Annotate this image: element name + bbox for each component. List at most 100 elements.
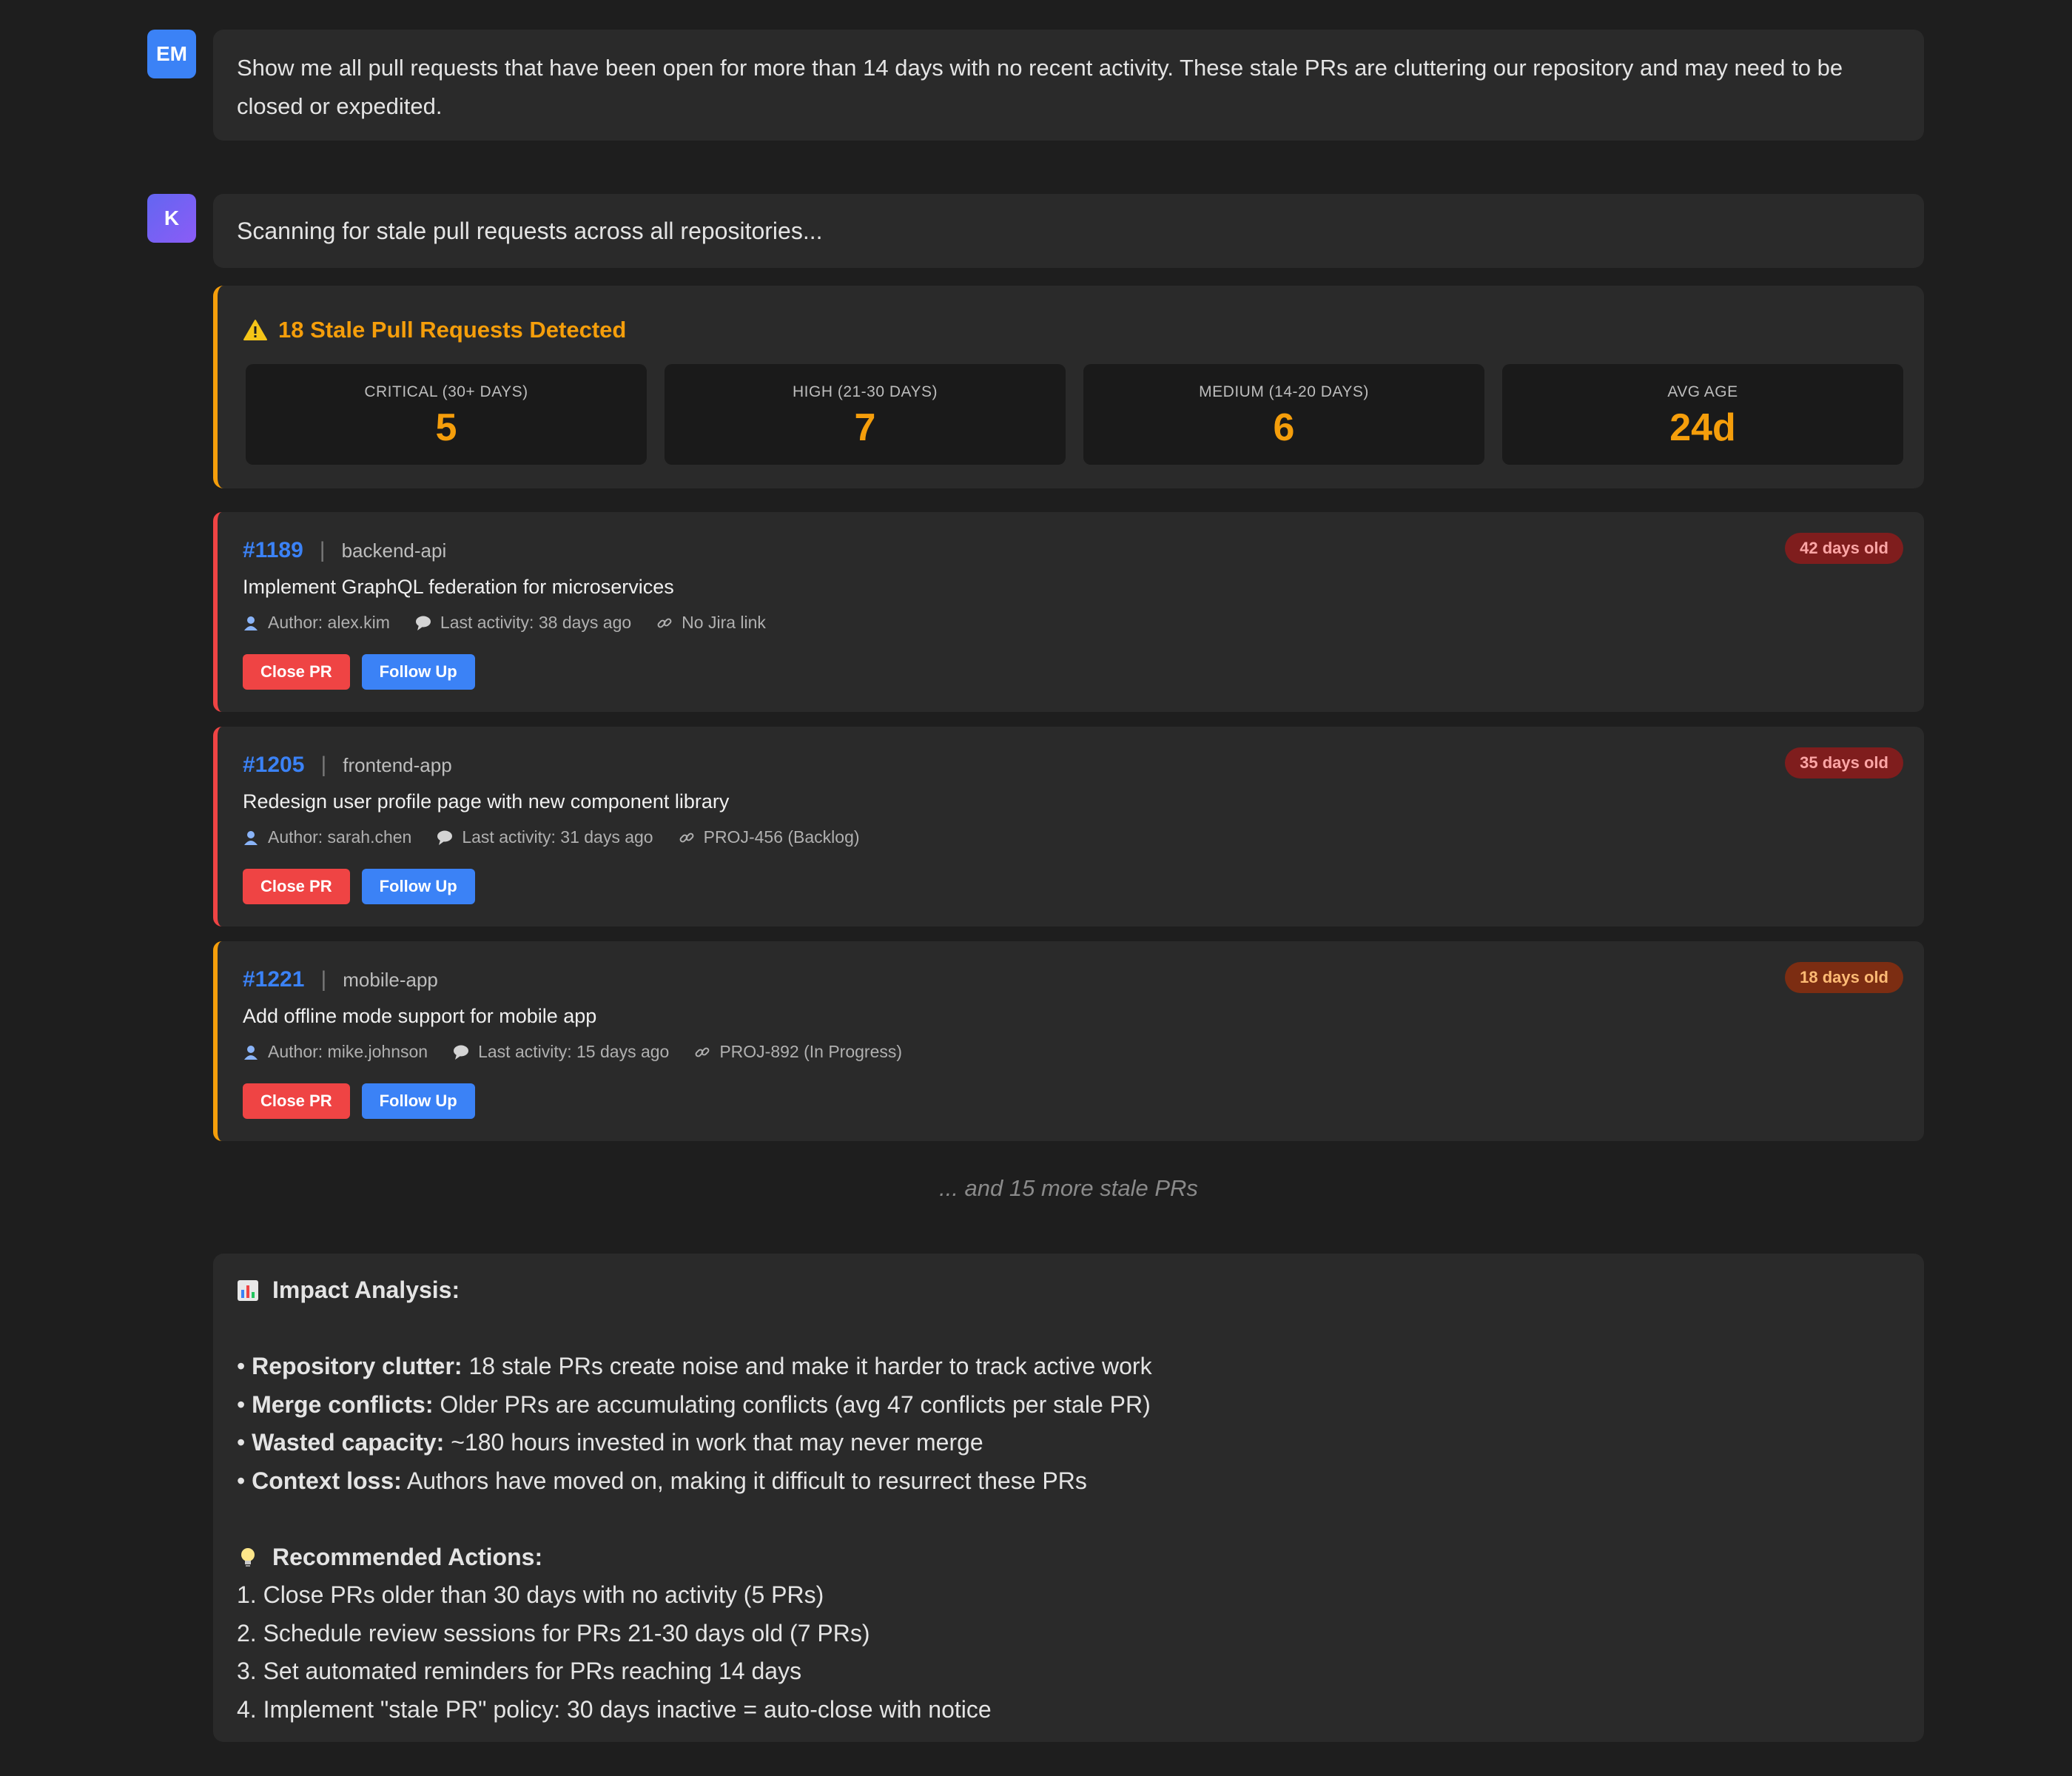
action-item: 1. Close PRs older than 30 days with no … [237, 1581, 824, 1608]
pr-card: #1189 | backend-api Implement GraphQL fe… [213, 512, 1924, 712]
impact-bullet: • Repository clutter: 18 stale PRs creat… [237, 1353, 1152, 1379]
stat-value: 6 [1273, 406, 1295, 449]
user-icon [244, 1045, 258, 1060]
pr-author: Author: alex.kim [243, 613, 390, 633]
stat-value: 7 [854, 406, 876, 449]
pr-author: Author: mike.johnson [243, 1042, 428, 1062]
stat-value: 5 [435, 406, 457, 449]
pr-author-text: Author: sarah.chen [268, 827, 412, 847]
impact-header: Impact Analysis: [237, 1271, 1900, 1310]
close-pr-button[interactable]: Close PR [243, 1083, 350, 1119]
assistant-avatar: K [147, 194, 196, 243]
pr-separator: | [320, 753, 327, 777]
follow-up-button[interactable]: Follow Up [361, 654, 475, 690]
pr-author: Author: sarah.chen [243, 827, 411, 847]
stat-medium: MEDIUM (14-20 DAYS) 6 [1083, 364, 1484, 465]
bar-chart-icon [238, 1279, 258, 1301]
stat-label: AVG AGE [1667, 383, 1738, 400]
bullet-label: Wasted capacity: [252, 1429, 445, 1456]
summary-header: 18 Stale Pull Requests Detected [243, 315, 626, 345]
pr-title: Redesign user profile page with new comp… [243, 790, 730, 813]
pr-header: #1189 | backend-api [243, 536, 446, 565]
speech-bubble-icon [415, 616, 431, 630]
pr-meta: Author: mike.johnson Last activity: 15 d… [243, 1042, 902, 1062]
link-icon [679, 832, 694, 842]
bullet-label: Context loss: [252, 1467, 402, 1494]
pr-meta: Author: sarah.chen Last activity: 31 day… [243, 827, 860, 847]
pr-meta: Author: alex.kim Last activity: 38 days … [243, 613, 766, 633]
pr-number-link[interactable]: #1189 [243, 538, 303, 563]
follow-up-button[interactable]: Follow Up [361, 869, 475, 904]
user-message: Show me all pull requests that have been… [213, 30, 1924, 141]
pr-jira: PROJ-892 (In Progress) [694, 1042, 902, 1062]
pr-activity: Last activity: 31 days ago [437, 827, 653, 847]
assistant-scan-message: Scanning for stale pull requests across … [213, 194, 1924, 268]
user-avatar: EM [147, 30, 196, 78]
pr-activity-text: Last activity: 15 days ago [478, 1042, 670, 1061]
age-badge: 18 days old [1785, 962, 1903, 993]
more-stale-prs-text: ... and 15 more stale PRs [939, 1175, 1198, 1201]
impact-bullet: • Merge conflicts: Older PRs are accumul… [237, 1390, 1151, 1418]
pr-actions: Close PR Follow Up [243, 1083, 475, 1119]
action-item: 3. Set automated reminders for PRs reach… [237, 1658, 802, 1684]
bullet-label: Repository clutter: [252, 1353, 462, 1379]
summary-stats: CRITICAL (30+ DAYS) 5 HIGH (21-30 DAYS) … [246, 364, 1903, 465]
lightbulb-icon [241, 1548, 255, 1567]
pr-jira-text: No Jira link [682, 613, 766, 632]
pr-activity: Last activity: 15 days ago [453, 1042, 669, 1062]
pr-number-link[interactable]: #1205 [243, 753, 304, 778]
age-badge: 42 days old [1785, 533, 1903, 564]
link-icon [657, 618, 672, 628]
pr-jira-text: PROJ-892 (In Progress) [719, 1042, 903, 1061]
bullet-text: Older PRs are accumulating conflicts (av… [433, 1390, 1151, 1418]
user-icon [244, 616, 258, 630]
impact-title: Impact Analysis: [272, 1276, 460, 1303]
pr-jira: No Jira link [656, 613, 766, 633]
bullet-text: Authors have moved on, making it difficu… [401, 1467, 1087, 1494]
close-pr-button[interactable]: Close PR [243, 869, 350, 904]
impact-bullet: • Context loss: Authors have moved on, m… [237, 1467, 1087, 1494]
pr-repo: backend-api [341, 539, 447, 562]
pr-author-text: Author: mike.johnson [268, 1042, 428, 1061]
pr-header: #1205 | frontend-app [243, 750, 452, 780]
bullet-text: ~180 hours invested in work that may nev… [444, 1429, 983, 1456]
stat-high: HIGH (21-30 DAYS) 7 [665, 364, 1066, 465]
pr-separator: | [319, 538, 326, 562]
pr-title: Add offline mode support for mobile app [243, 1005, 597, 1027]
follow-up-button[interactable]: Follow Up [361, 1083, 475, 1119]
stat-label: CRITICAL (30+ DAYS) [364, 383, 528, 400]
pr-author-text: Author: alex.kim [268, 613, 390, 632]
pr-separator: | [320, 967, 327, 992]
stat-critical: CRITICAL (30+ DAYS) 5 [246, 364, 647, 465]
summary-title: 18 Stale Pull Requests Detected [278, 317, 627, 343]
pr-actions: Close PR Follow Up [243, 869, 475, 904]
stale-summary-card: 18 Stale Pull Requests Detected CRITICAL… [213, 286, 1924, 488]
speech-bubble-icon [437, 830, 453, 845]
warning-icon [243, 320, 267, 340]
bullet-label: Merge conflicts: [252, 1390, 434, 1418]
age-badge: 35 days old [1785, 747, 1903, 778]
stat-avg-age: AVG AGE 24d [1502, 364, 1903, 465]
pr-title: Implement GraphQL federation for microse… [243, 576, 674, 598]
pr-jira-text: PROJ-456 (Backlog) [703, 827, 860, 847]
close-pr-button[interactable]: Close PR [243, 654, 350, 690]
pr-repo: mobile-app [343, 968, 438, 991]
action-item: 2. Schedule review sessions for PRs 21-3… [237, 1619, 870, 1646]
pr-repo: frontend-app [343, 753, 452, 776]
link-icon [695, 1047, 710, 1057]
stat-label: MEDIUM (14-20 DAYS) [1199, 383, 1369, 400]
impact-analysis-card: Impact Analysis: • Repository clutter: 1… [213, 1254, 1924, 1742]
pr-activity-text: Last activity: 38 days ago [440, 613, 632, 632]
action-item: 4. Implement "stale PR" policy: 30 days … [237, 1695, 992, 1723]
impact-bullet: • Wasted capacity: ~180 hours invested i… [237, 1429, 983, 1456]
bullet-text: 18 stale PRs create noise and make it ha… [462, 1353, 1152, 1379]
pr-jira: PROJ-456 (Backlog) [679, 827, 860, 847]
pr-header: #1221 | mobile-app [243, 965, 438, 995]
pr-actions: Close PR Follow Up [243, 654, 475, 690]
stat-value: 24d [1669, 406, 1736, 449]
pr-card: #1221 | mobile-app Add offline mode supp… [213, 941, 1924, 1141]
pr-number-link[interactable]: #1221 [243, 967, 304, 992]
actions-title: Recommended Actions: [272, 1543, 543, 1570]
stat-label: HIGH (21-30 DAYS) [793, 383, 938, 400]
actions-header: Recommended Actions: [237, 1538, 1900, 1577]
